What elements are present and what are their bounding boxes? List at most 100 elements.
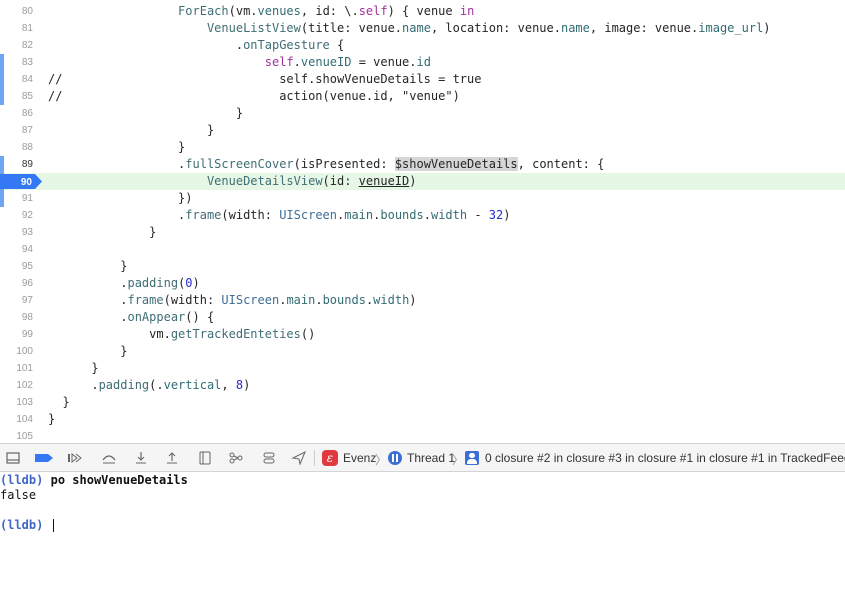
hide-debug-area-icon[interactable]: [5, 450, 21, 466]
code-token: .: [423, 208, 431, 222]
code-token: name: [560, 21, 590, 35]
code-line[interactable]: 91 }): [0, 190, 845, 207]
code-token: }: [48, 344, 128, 358]
breakpoints-toggle-icon[interactable]: [34, 450, 54, 466]
line-number[interactable]: 100: [0, 343, 33, 360]
console-command: po showVenueDetails: [50, 473, 188, 487]
code-line[interactable]: 84 // self.showVenueDetails = true: [0, 71, 845, 88]
code-token: , content: {: [517, 157, 605, 171]
code-token: bounds: [322, 293, 366, 307]
breadcrumb-frame[interactable]: 0 closure #2 in closure #3 in closure #1…: [485, 451, 845, 465]
line-number[interactable]: 103: [0, 394, 33, 411]
code-token: id: [416, 55, 431, 69]
code-line[interactable]: 99 vm.getTrackedEnteties(): [0, 326, 845, 343]
simulate-location-icon[interactable]: [291, 450, 307, 466]
breadcrumb-chevron-icon: 〉: [375, 453, 388, 467]
code-line[interactable]: 94: [0, 241, 845, 258]
code-text: }: [48, 343, 127, 360]
code-line[interactable]: 105: [0, 428, 845, 443]
line-number[interactable]: 86: [0, 105, 33, 122]
code-token: UIScreen: [279, 208, 337, 222]
view-debugger-icon[interactable]: [197, 450, 213, 466]
line-number[interactable]: 92: [0, 207, 33, 224]
line-number[interactable]: 97: [0, 292, 33, 309]
line-number[interactable]: 93: [0, 224, 33, 241]
code-line[interactable]: 80 ForEach(vm.venues, id: \.self) { venu…: [0, 3, 845, 20]
code-line[interactable]: 82 .onTapGesture {: [0, 37, 845, 54]
code-line[interactable]: 101 }: [0, 360, 845, 377]
code-line[interactable]: 95 }: [0, 258, 845, 275]
line-number[interactable]: 81: [0, 20, 33, 37]
line-number[interactable]: 98: [0, 309, 33, 326]
code-text: }: [48, 224, 156, 241]
line-number[interactable]: 80: [0, 3, 33, 20]
code-line[interactable]: 100 }: [0, 343, 845, 360]
app-icon: ε: [322, 450, 338, 466]
code-text: .onAppear() {: [48, 309, 214, 326]
code-line[interactable]: 83 self.venueID = venue.id: [0, 54, 845, 71]
code-line[interactable]: 97 .frame(width: UIScreen.main.bounds.wi…: [0, 292, 845, 309]
line-number[interactable]: 105: [0, 428, 33, 443]
environment-overrides-icon[interactable]: [261, 450, 277, 466]
line-number[interactable]: 94: [0, 241, 33, 258]
breadcrumb-thread[interactable]: Thread 1: [407, 451, 455, 465]
code-line[interactable]: 81 VenueListView(title: venue.name, loca…: [0, 20, 845, 37]
breakpoint-icon[interactable]: 90: [0, 174, 42, 189]
code-token: }: [48, 123, 215, 137]
line-number[interactable]: 101: [0, 360, 33, 377]
line-number[interactable]: 83: [0, 54, 33, 71]
line-number[interactable]: 88: [0, 139, 33, 156]
code-line[interactable]: 102 .padding(.vertical, 8): [0, 377, 845, 394]
code-line[interactable]: 89 .fullScreenCover(isPresented: $showVe…: [0, 156, 845, 173]
line-number[interactable]: 91: [0, 190, 33, 207]
code-line[interactable]: 87 }: [0, 122, 845, 139]
code-text: VenueDetailsView(id: venueID): [48, 173, 417, 190]
code-line[interactable]: 93 }: [0, 224, 845, 241]
code-token: {: [329, 38, 345, 52]
code-line[interactable]: 103 }: [0, 394, 845, 411]
code-token: ): [409, 293, 417, 307]
line-number[interactable]: 96: [0, 275, 33, 292]
line-number[interactable]: 95: [0, 258, 33, 275]
code-token: .: [48, 293, 128, 307]
code-line[interactable]: 96 .padding(0): [0, 275, 845, 292]
breadcrumb-app[interactable]: Evenz: [343, 451, 376, 465]
code-line[interactable]: 86 }: [0, 105, 845, 122]
lldb-console[interactable]: (lldb) po showVenueDetails false (lldb): [0, 472, 845, 595]
line-number[interactable]: 87: [0, 122, 33, 139]
code-line[interactable]: 90 VenueDetailsView(id: venueID): [0, 173, 845, 190]
code-token: .: [315, 293, 323, 307]
continue-icon[interactable]: [66, 450, 82, 466]
console-prompt: (lldb): [0, 518, 44, 532]
code-line[interactable]: 104}: [0, 411, 845, 428]
line-number[interactable]: 82: [0, 37, 33, 54]
code-token: }: [48, 361, 99, 375]
line-number[interactable]: 102: [0, 377, 33, 394]
line-number[interactable]: 85: [0, 88, 33, 105]
code-token: ForEach: [178, 4, 229, 18]
code-line[interactable]: 92 .frame(width: UIScreen.main.bounds.wi…: [0, 207, 845, 224]
code-token: UIScreen: [221, 293, 280, 307]
line-number[interactable]: 99: [0, 326, 33, 343]
step-over-icon[interactable]: [101, 450, 117, 466]
code-token: , image: venue.: [589, 21, 699, 35]
code-token: }: [48, 225, 157, 239]
code-text: self.venueID = venue.id: [48, 54, 431, 71]
step-into-icon[interactable]: [133, 450, 149, 466]
line-number[interactable]: 84: [0, 71, 33, 88]
line-number[interactable]: 104: [0, 411, 33, 428]
memory-graph-icon[interactable]: [228, 450, 244, 466]
code-line[interactable]: 85 // action(venue.id, "venue"): [0, 88, 845, 105]
code-text: }: [48, 411, 55, 428]
source-editor[interactable]: 80 ForEach(vm.venues, id: \.self) { venu…: [0, 0, 845, 443]
code-text: }: [48, 122, 214, 139]
line-number[interactable]: 89: [0, 156, 33, 173]
console-input-line[interactable]: (lldb): [0, 518, 54, 533]
code-token: .: [48, 38, 244, 52]
code-token: ,: [221, 378, 236, 392]
code-line[interactable]: 98 .onAppear() {: [0, 309, 845, 326]
code-line[interactable]: 88 }: [0, 139, 845, 156]
step-out-icon[interactable]: [164, 450, 180, 466]
